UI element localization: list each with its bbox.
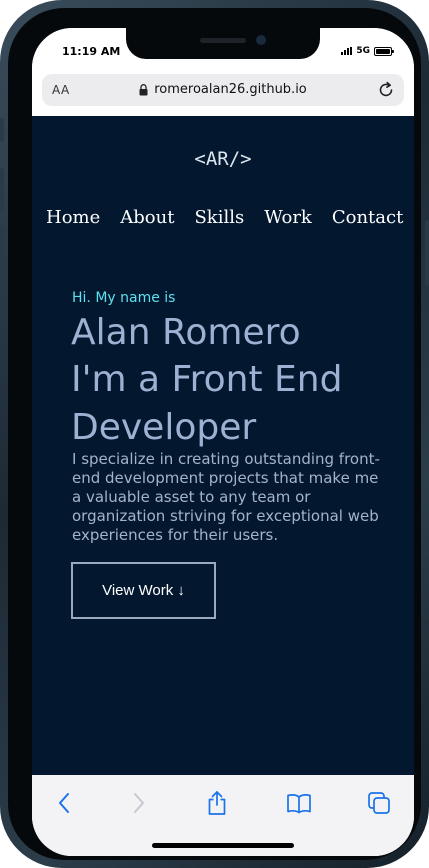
web-content: <AR/> Home About Skills Work Contact Hi.… <box>32 116 414 775</box>
view-work-button[interactable]: View Work ↓ <box>71 562 216 619</box>
tabs-icon[interactable] <box>365 789 393 817</box>
battery-icon <box>374 46 394 56</box>
nav-about[interactable]: About <box>120 207 174 228</box>
nav-skills[interactable]: Skills <box>194 207 244 228</box>
status-bar: 11:19 AM 5G <box>32 28 414 72</box>
site-logo[interactable]: <AR/> <box>32 148 414 170</box>
hero-name: Alan Romero <box>71 312 301 353</box>
status-time: 11:19 AM <box>62 45 121 58</box>
back-icon[interactable] <box>50 789 78 817</box>
home-indicator[interactable] <box>152 843 294 848</box>
side-button-volume-down <box>0 225 4 269</box>
nav-home[interactable]: Home <box>46 207 100 228</box>
side-button-power <box>425 220 429 286</box>
share-icon[interactable] <box>203 789 231 817</box>
status-indicators: 5G <box>341 46 394 56</box>
lock-icon <box>139 83 148 95</box>
hero-greeting: Hi. My name is <box>72 290 176 306</box>
site-nav: Home About Skills Work Contact <box>46 207 403 228</box>
reload-icon[interactable] <box>376 80 396 100</box>
signal-icon <box>341 47 353 55</box>
hero-role: I'm a Front End Developer <box>71 359 343 448</box>
hero-bio: I specialize in creating outstanding fro… <box>72 450 380 544</box>
bookmarks-icon[interactable] <box>285 789 313 817</box>
url-display[interactable]: romeroalan26.github.io <box>42 82 404 97</box>
nav-work[interactable]: Work <box>264 207 312 228</box>
notch <box>126 28 320 59</box>
phone-screen: 11:19 AM 5G AA romeroalan26.github.io <A… <box>32 28 414 856</box>
side-button-silent <box>0 118 4 142</box>
side-button-volume-up <box>0 168 4 212</box>
forward-icon[interactable] <box>125 789 153 817</box>
nav-contact[interactable]: Contact <box>332 207 403 228</box>
speaker <box>200 38 246 43</box>
phone-bezel: 11:19 AM 5G AA romeroalan26.github.io <A… <box>8 8 421 860</box>
address-bar[interactable]: AA romeroalan26.github.io <box>42 74 404 106</box>
phone-frame: 11:19 AM 5G AA romeroalan26.github.io <A… <box>0 0 429 868</box>
url-text: romeroalan26.github.io <box>154 82 307 97</box>
network-type: 5G <box>356 46 370 56</box>
camera <box>256 35 266 45</box>
